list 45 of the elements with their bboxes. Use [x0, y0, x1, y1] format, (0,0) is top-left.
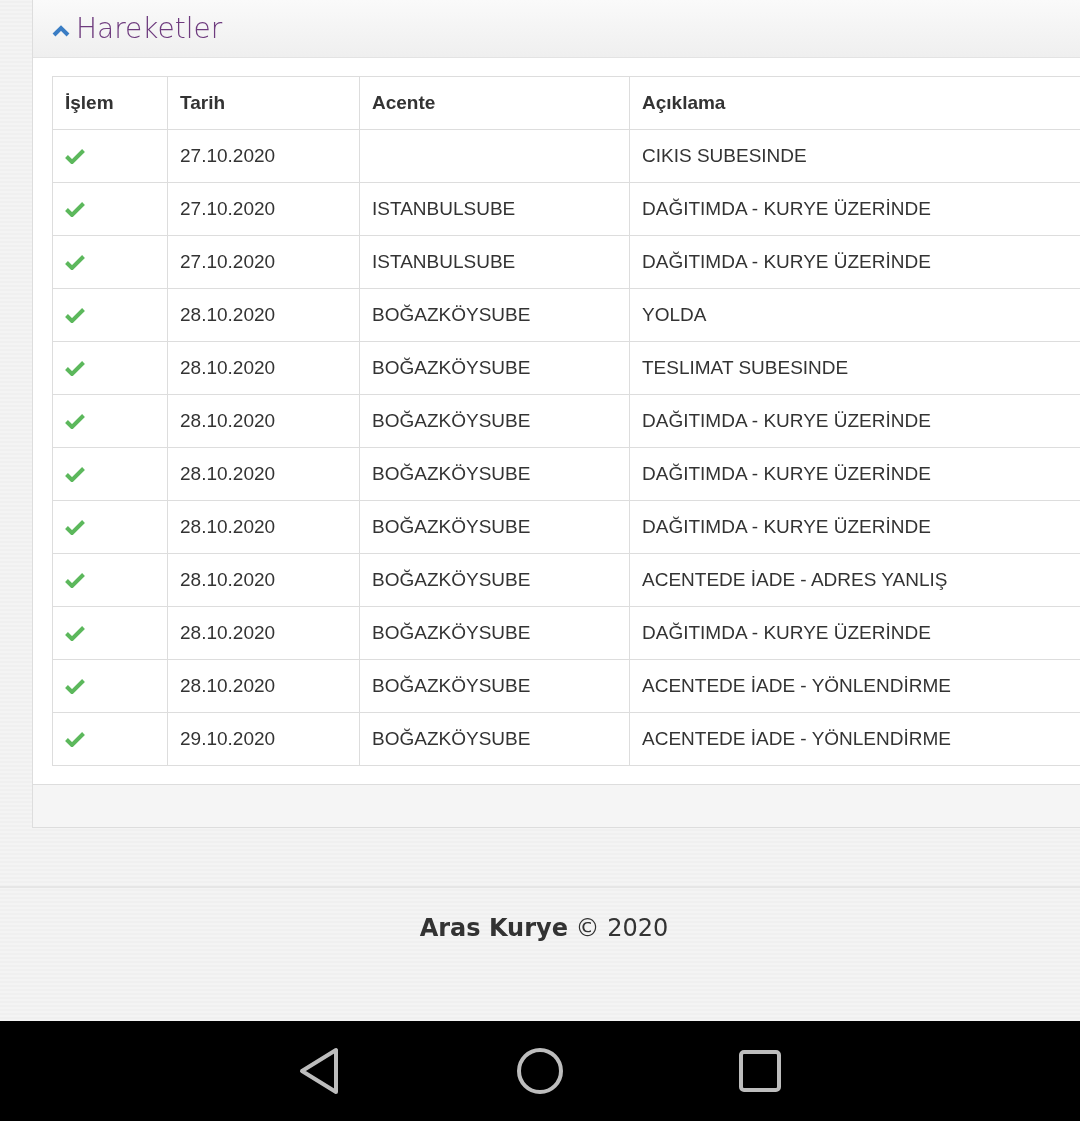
- table-cell: 29.10.2020: [167, 712, 360, 766]
- table-cell: 28.10.2020: [167, 394, 360, 448]
- table-cell: ISTANBULSUBE: [359, 182, 630, 236]
- panel-title: Hareketler: [76, 12, 223, 45]
- table-cell: 28.10.2020: [167, 659, 360, 713]
- checkmark-icon: [65, 678, 85, 694]
- table-cell: BOĞAZKÖYSUBE: [359, 659, 630, 713]
- table-cell: BOĞAZKÖYSUBE: [359, 394, 630, 448]
- column-header: Tarih: [167, 76, 360, 130]
- table-cell: 27.10.2020: [167, 129, 360, 183]
- table-cell: BOĞAZKÖYSUBE: [359, 447, 630, 501]
- recent-apps-icon[interactable]: [738, 1049, 782, 1093]
- copyright-text: Aras Kurye © 2020: [419, 914, 669, 942]
- table-cell: BOĞAZKÖYSUBE: [359, 500, 630, 554]
- chevron-up-icon: [52, 24, 70, 37]
- column-header: Açıklama: [629, 76, 1080, 130]
- table-cell: BOĞAZKÖYSUBE: [359, 341, 630, 395]
- table-cell: 28.10.2020: [167, 553, 360, 607]
- panel-header[interactable]: Hareketler: [33, 0, 1080, 58]
- checkmark-icon: [65, 307, 85, 323]
- checkmark-icon: [65, 466, 85, 482]
- column-header: Acente: [359, 76, 630, 130]
- home-icon[interactable]: [516, 1047, 564, 1095]
- checkmark-icon: [65, 148, 85, 164]
- table-cell: 27.10.2020: [167, 235, 360, 289]
- checkmark-icon: [65, 360, 85, 376]
- table-cell: BOĞAZKÖYSUBE: [359, 712, 630, 766]
- checkmark-icon: [65, 254, 85, 270]
- checkmark-icon: [65, 731, 85, 747]
- table-cell: 28.10.2020: [167, 447, 360, 501]
- table-cell: 28.10.2020: [167, 500, 360, 554]
- table-cell: 28.10.2020: [167, 606, 360, 660]
- checkmark-icon: [65, 519, 85, 535]
- table-cell: 27.10.2020: [167, 182, 360, 236]
- table-cell: BOĞAZKÖYSUBE: [359, 553, 630, 607]
- column-header: İşlem: [52, 76, 168, 130]
- table-cell: ISTANBULSUBE: [359, 235, 630, 289]
- checkmark-icon: [65, 572, 85, 588]
- checkmark-icon: [65, 201, 85, 217]
- table-cell: 28.10.2020: [167, 288, 360, 342]
- table-cell: BOĞAZKÖYSUBE: [359, 606, 630, 660]
- table-cell: BOĞAZKÖYSUBE: [359, 288, 630, 342]
- table-cell: 28.10.2020: [167, 341, 360, 395]
- checkmark-icon: [65, 413, 85, 429]
- checkmark-icon: [65, 625, 85, 641]
